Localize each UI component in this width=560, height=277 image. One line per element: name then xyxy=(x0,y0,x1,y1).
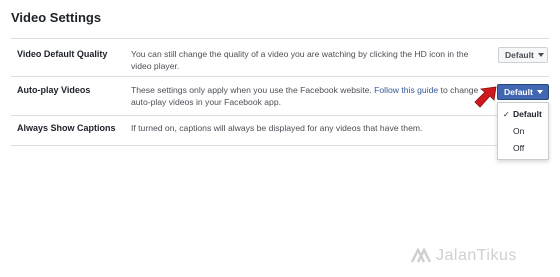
divider xyxy=(11,115,549,116)
auto-play-videos-label: Auto-play Videos xyxy=(17,85,91,95)
caret-down-icon xyxy=(537,53,544,57)
auto-play-videos-description: These settings only apply when you use t… xyxy=(131,84,486,108)
jalantikus-logo-icon xyxy=(410,247,432,263)
auto-play-select[interactable]: Default xyxy=(497,84,549,100)
dropdown-option-label: On xyxy=(513,126,525,136)
dropdown-option-label: Off xyxy=(513,143,525,153)
page-title: Video Settings xyxy=(11,10,102,25)
divider xyxy=(11,145,498,146)
video-quality-select-value: Default xyxy=(505,50,534,60)
video-quality-select[interactable]: Default xyxy=(498,47,548,63)
check-icon: ✓ xyxy=(503,109,510,119)
always-show-captions-label: Always Show Captions xyxy=(17,123,116,133)
red-pointer-arrow-icon xyxy=(474,86,497,108)
dropdown-option-off[interactable]: Off xyxy=(498,140,548,156)
auto-play-dropdown-menu: ✓ Default On Off xyxy=(497,102,549,160)
dropdown-option-default[interactable]: ✓ Default xyxy=(498,106,548,122)
follow-this-guide-link[interactable]: Follow this guide xyxy=(374,85,438,95)
dropdown-option-label: Default xyxy=(513,109,542,119)
dropdown-option-on[interactable]: On xyxy=(498,123,548,139)
caret-down-icon xyxy=(536,90,543,94)
watermark-text: JalanTikus xyxy=(436,247,517,264)
video-default-quality-label: Video Default Quality xyxy=(17,49,108,59)
divider xyxy=(11,38,549,39)
always-show-captions-description: If turned on, captions will always be di… xyxy=(131,123,423,133)
video-default-quality-description: You can still change the quality of a vi… xyxy=(131,49,469,71)
divider xyxy=(11,76,549,77)
auto-play-select-value: Default xyxy=(504,87,533,97)
auto-play-desc-text: These settings only apply when you use t… xyxy=(131,85,375,95)
jalantikus-watermark: JalanTikus xyxy=(410,246,517,266)
